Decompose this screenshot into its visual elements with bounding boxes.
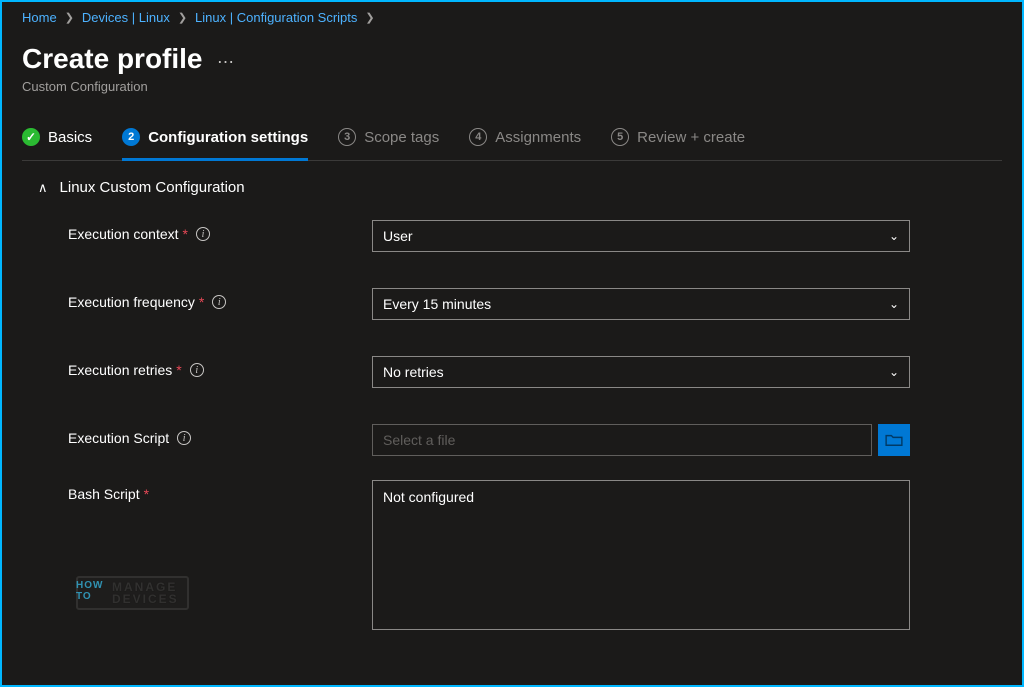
info-icon[interactable]: i bbox=[196, 227, 210, 241]
tab-label: Configuration settings bbox=[148, 129, 308, 146]
browse-file-button[interactable] bbox=[878, 424, 910, 456]
label-exec-retries: Execution retries * i bbox=[68, 356, 372, 378]
tab-review-create[interactable]: 5 Review + create bbox=[611, 128, 745, 161]
chevron-up-icon: ∧ bbox=[38, 180, 48, 196]
file-placeholder: Select a file bbox=[383, 432, 455, 448]
step-number: 4 bbox=[469, 128, 487, 146]
select-value: User bbox=[383, 228, 413, 244]
crumb-home[interactable]: Home bbox=[22, 10, 57, 25]
check-icon: ✓ bbox=[22, 128, 40, 146]
info-icon[interactable]: i bbox=[212, 295, 226, 309]
required-mark: * bbox=[176, 362, 181, 378]
breadcrumb: Home ❯ Devices | Linux ❯ Linux | Configu… bbox=[22, 8, 1002, 33]
more-menu-icon[interactable]: … bbox=[217, 47, 237, 68]
page-subtitle: Custom Configuration bbox=[22, 79, 1002, 94]
select-exec-context[interactable]: User ⌄ bbox=[372, 220, 910, 252]
step-number: 5 bbox=[611, 128, 629, 146]
tab-label: Review + create bbox=[637, 129, 745, 146]
file-input-exec-script[interactable]: Select a file bbox=[372, 424, 872, 456]
tab-assignments[interactable]: 4 Assignments bbox=[469, 128, 581, 161]
required-mark: * bbox=[199, 294, 204, 310]
select-value: Every 15 minutes bbox=[383, 296, 491, 312]
crumb-devices[interactable]: Devices | Linux bbox=[82, 10, 170, 25]
page-title: Create profile bbox=[22, 43, 203, 75]
textarea-bash-script[interactable]: Not configured bbox=[372, 480, 910, 630]
crumb-scripts[interactable]: Linux | Configuration Scripts bbox=[195, 10, 357, 25]
tab-basics[interactable]: ✓ Basics bbox=[22, 128, 92, 161]
chevron-down-icon: ⌄ bbox=[889, 297, 899, 311]
chevron-right-icon: ❯ bbox=[65, 11, 74, 24]
info-icon[interactable]: i bbox=[190, 363, 204, 377]
info-icon[interactable]: i bbox=[177, 431, 191, 445]
required-mark: * bbox=[144, 486, 149, 502]
folder-icon bbox=[885, 433, 903, 447]
tab-label: Assignments bbox=[495, 129, 581, 146]
tab-label: Basics bbox=[48, 129, 92, 146]
label-exec-context: Execution context * i bbox=[68, 220, 372, 242]
tab-configuration-settings[interactable]: 2 Configuration settings bbox=[122, 128, 308, 161]
select-exec-frequency[interactable]: Every 15 minutes ⌄ bbox=[372, 288, 910, 320]
chevron-right-icon: ❯ bbox=[178, 11, 187, 24]
step-number: 3 bbox=[338, 128, 356, 146]
chevron-down-icon: ⌄ bbox=[889, 229, 899, 243]
tab-scope-tags[interactable]: 3 Scope tags bbox=[338, 128, 439, 161]
textarea-value: Not configured bbox=[383, 489, 474, 505]
label-bash-script: Bash Script * bbox=[68, 480, 372, 502]
section-title: Linux Custom Configuration bbox=[60, 179, 245, 196]
watermark-logo: HOW TO MANAGE DEVICES bbox=[76, 576, 189, 610]
label-exec-frequency: Execution frequency * i bbox=[68, 288, 372, 310]
label-exec-script: Execution Script i bbox=[68, 424, 372, 446]
chevron-down-icon: ⌄ bbox=[889, 365, 899, 379]
chevron-right-icon: ❯ bbox=[365, 11, 374, 24]
wizard-tabs: ✓ Basics 2 Configuration settings 3 Scop… bbox=[22, 128, 1002, 161]
section-toggle[interactable]: ∧ Linux Custom Configuration bbox=[38, 179, 1002, 196]
select-value: No retries bbox=[383, 364, 444, 380]
select-exec-retries[interactable]: No retries ⌄ bbox=[372, 356, 910, 388]
tab-label: Scope tags bbox=[364, 129, 439, 146]
required-mark: * bbox=[183, 226, 188, 242]
step-number: 2 bbox=[122, 128, 140, 146]
